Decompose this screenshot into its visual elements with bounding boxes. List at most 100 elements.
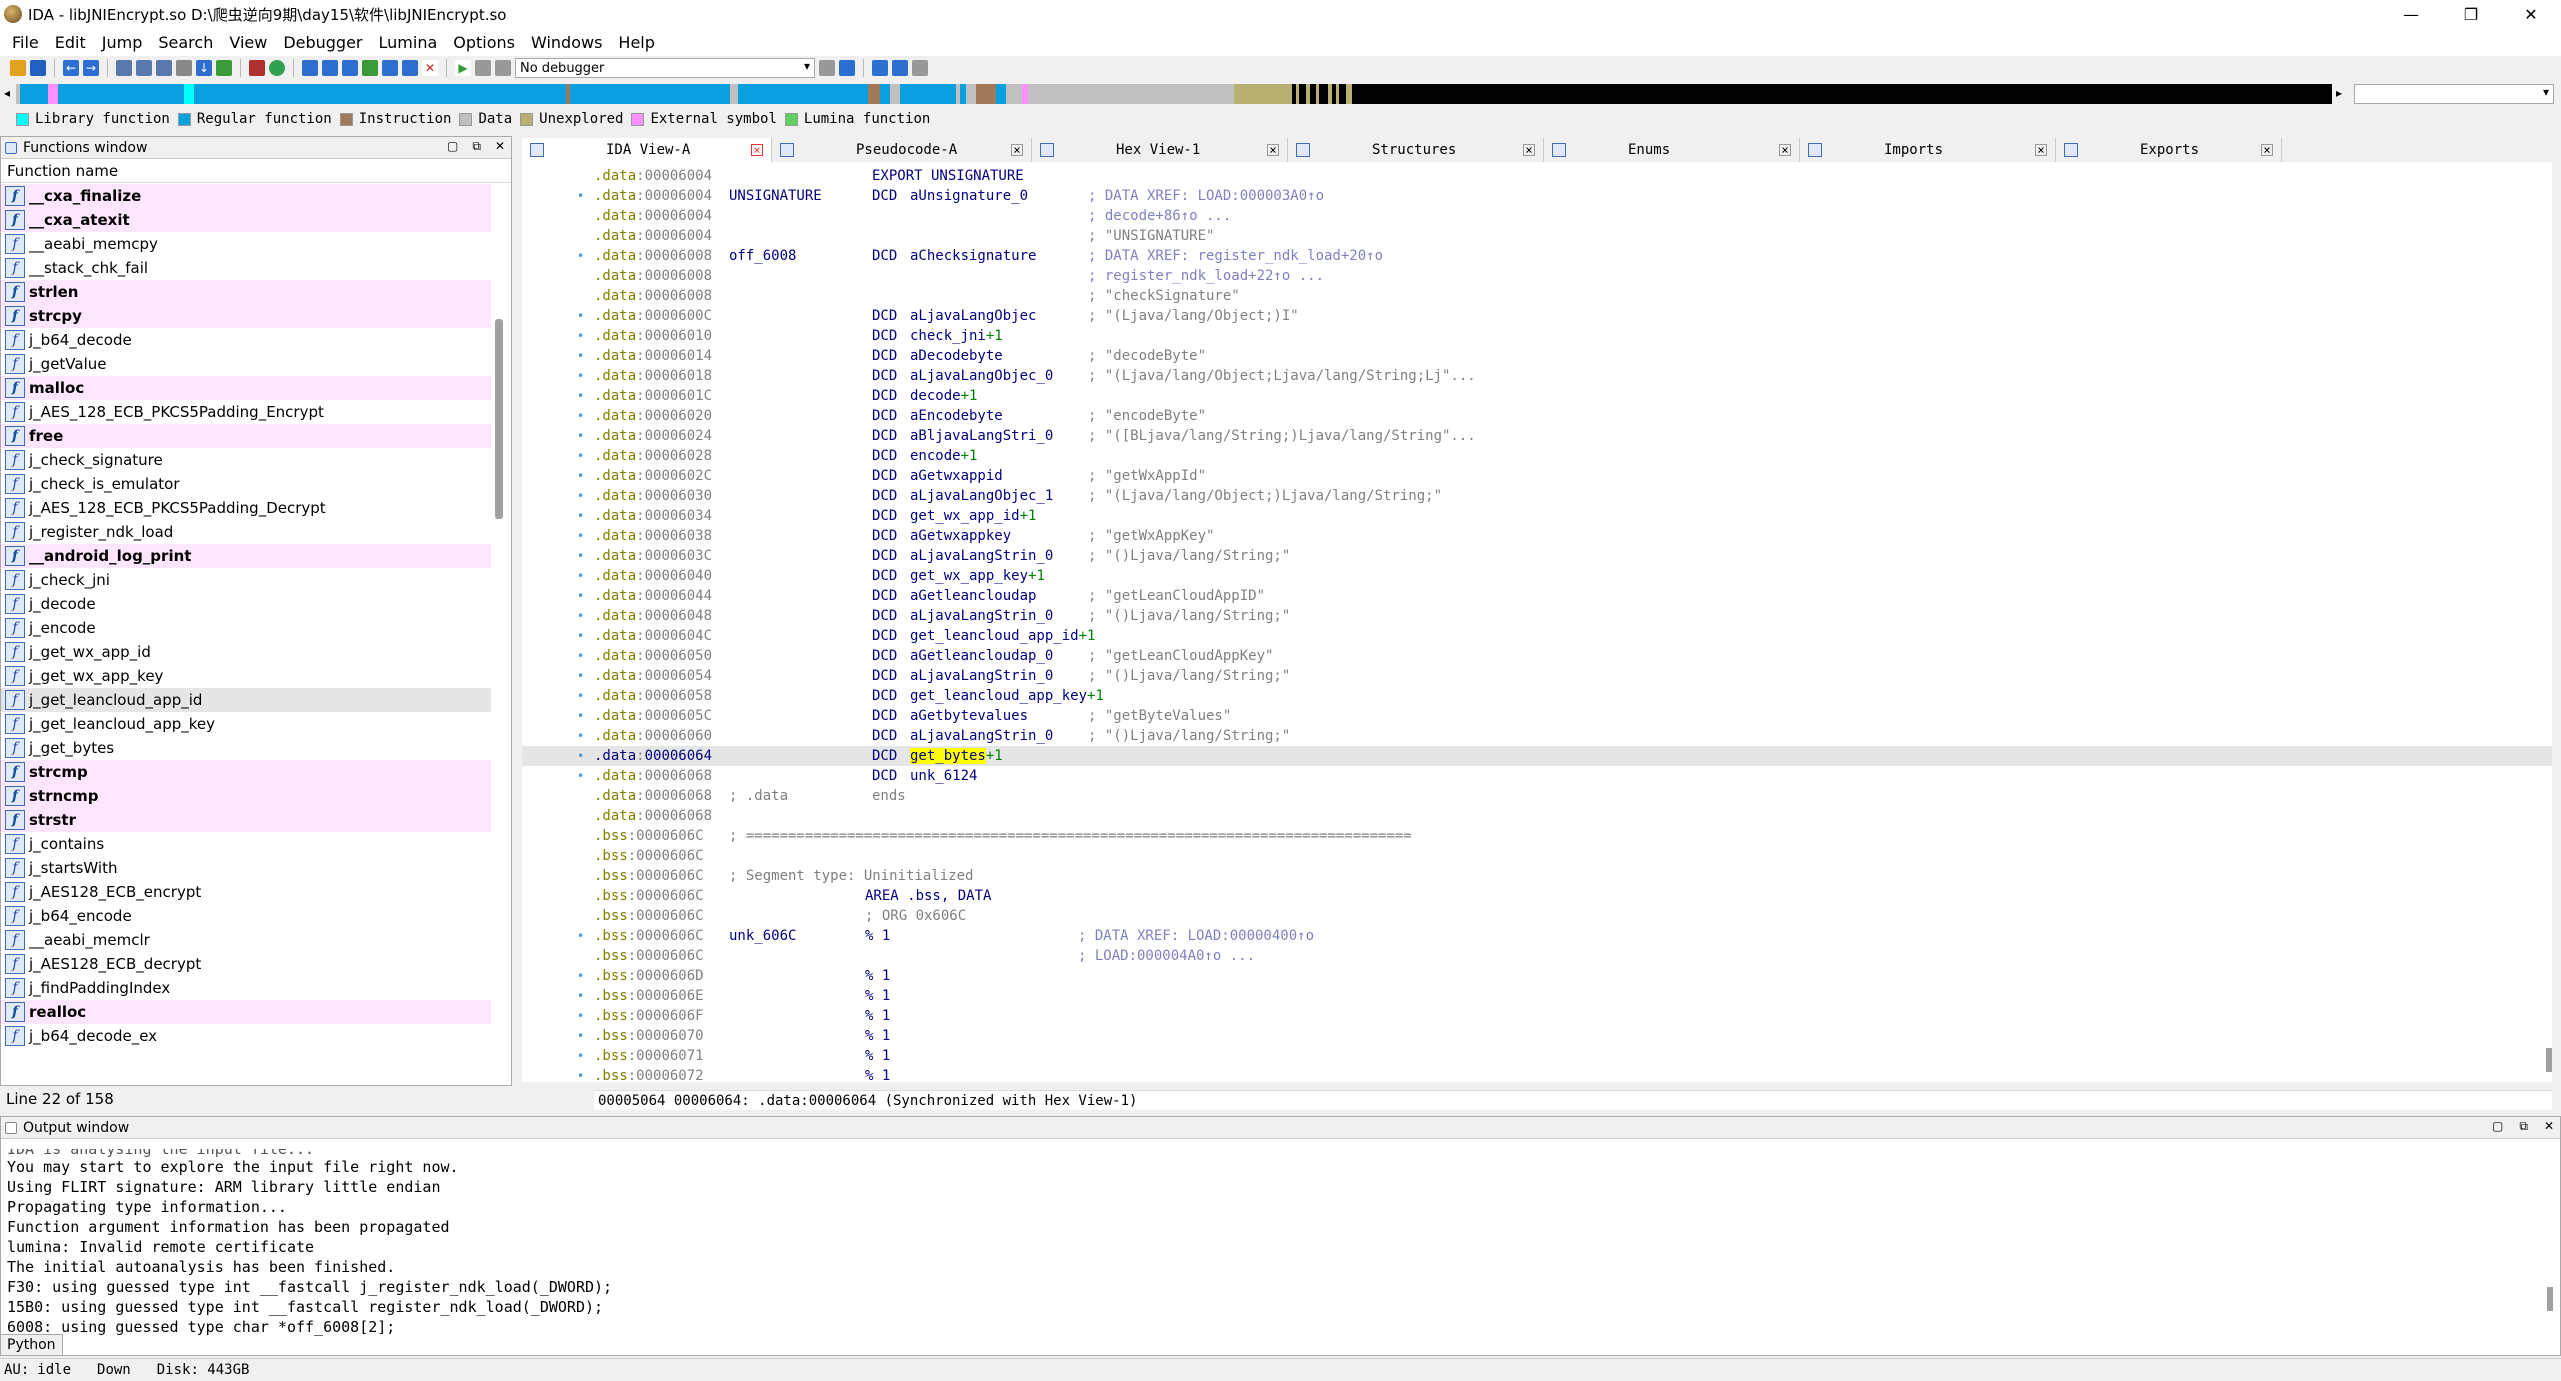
pin-icon[interactable]: ⧉ (472, 139, 481, 154)
disasm-line[interactable]: • .data:00006028 DCD encode+1 (522, 446, 2552, 466)
menu-help[interactable]: Help (610, 33, 662, 52)
disasm-operand[interactable]: % 1 (865, 1046, 890, 1066)
disasm-line[interactable]: • .data:00006038 DCD aGetwxappkey ; "getWxAp… (522, 526, 2552, 546)
disasm-operand[interactable]: aEncodebyte (910, 406, 1003, 426)
disasm-operand[interactable]: unk_6124 (910, 766, 977, 786)
disasm-operand[interactable]: aLjavaLangObjec (910, 306, 1036, 326)
disasm-operand[interactable]: aGetleancloudap (910, 586, 1036, 606)
disasm-line[interactable]: • .bss:00006070 % 1 (522, 1026, 2552, 1046)
nav-right-icon[interactable]: ▸ (2336, 86, 2342, 100)
jump-down-icon[interactable]: ↓ (196, 60, 212, 76)
function-item[interactable]: f j_b64_decode (1, 328, 491, 352)
disasm-operand[interactable]: aLjavaLangStrin_0 (910, 726, 1053, 746)
menu-windows[interactable]: Windows (523, 33, 610, 52)
disasm-line[interactable]: • .data:00006030 DCD aLjavaLangObjec_1 ; "(L… (522, 486, 2552, 506)
graph-icon[interactable] (249, 60, 265, 76)
disasm-line[interactable]: • .data:00006014 DCD aDecodebyte ; "decodeBy… (522, 346, 2552, 366)
function-item[interactable]: f __android_log_print (1, 544, 491, 568)
output-close-icon[interactable]: ✕ (2544, 1119, 2554, 1134)
function-item[interactable]: f j_get_leancloud_app_key (1, 712, 491, 736)
menu-edit[interactable]: Edit (47, 33, 94, 52)
disasm-line[interactable]: .data:00006004 EXPORT UNSIGNATURE (522, 166, 2552, 186)
forward-icon[interactable]: → (83, 60, 99, 76)
disasm-operand[interactable]: aGetbytevalues (910, 706, 1028, 726)
debugger-select[interactable]: No debugger (515, 58, 815, 78)
menu-file[interactable]: File (4, 33, 47, 52)
breakpoint-icon[interactable] (872, 60, 888, 76)
tab-hex-view-1[interactable]: Hex View-1 × (1032, 138, 1288, 162)
disasm-line[interactable]: .bss:0000606C ; Segment type: Uninitializ… (522, 866, 2552, 886)
output-pin-icon[interactable]: ⧉ (2519, 1119, 2528, 1134)
disasm-line[interactable]: • .data:0000603C DCD aLjavaLangStrin_0 ; "()… (522, 546, 2552, 566)
disasm-line[interactable]: .bss:0000606C ; ORG 0x606C (522, 906, 2552, 926)
tab-close-icon[interactable]: × (1011, 144, 1023, 156)
disasm-line[interactable]: • .data:00006020 DCD aEncodebyte ; "encodeBy… (522, 406, 2552, 426)
disasm-line[interactable]: • .data:00006010 DCD check_jni+1 (522, 326, 2552, 346)
disasm-line[interactable]: • .data:00006054 DCD aLjavaLangStrin_0 ; "()… (522, 666, 2552, 686)
disasm-operand[interactable]: % 1 (865, 986, 890, 1006)
disasm-operand[interactable]: get_bytes+1 (910, 746, 1003, 766)
disasm-operand[interactable]: aGetwxappkey (910, 526, 1011, 546)
close-panel-icon[interactable]: ✕ (495, 139, 505, 154)
disasm-operand[interactable]: aGetleancloudap_0 (910, 646, 1053, 666)
disasm-operand[interactable]: get_wx_app_key+1 (910, 566, 1045, 586)
disasm-line[interactable]: • .data:0000604C DCD get_leancloud_app_id+1 (522, 626, 2552, 646)
function-item[interactable]: f strlen (1, 280, 491, 304)
function-item[interactable]: f j_startsWith (1, 856, 491, 880)
tab-close-icon[interactable]: × (2261, 144, 2273, 156)
disasm-line[interactable]: • .data:00006024 DCD aBljavaLangStri_0 ; "([… (522, 426, 2552, 446)
python-button[interactable]: Python (0, 1334, 63, 1356)
function-item[interactable]: f strcmp (1, 760, 491, 784)
tab-close-icon[interactable]: × (1267, 144, 1279, 156)
function-item[interactable]: f realloc (1, 1000, 491, 1024)
disasm-operand[interactable]: aUnsignature_0 (910, 186, 1028, 206)
minimize-icon[interactable]: — (2381, 0, 2441, 28)
function-item[interactable]: f free (1, 424, 491, 448)
function-item[interactable]: f j_get_leancloud_app_id (1, 688, 491, 712)
disasm-operand[interactable]: aLjavaLangObjec_0 (910, 366, 1053, 386)
disasm-operand[interactable]: get_wx_app_id+1 (910, 506, 1036, 526)
function-item[interactable]: f __aeabi_memcpy (1, 232, 491, 256)
tab-close-icon[interactable]: × (1523, 144, 1535, 156)
disasm-line[interactable]: • .bss:0000606D % 1 (522, 966, 2552, 986)
function-item[interactable]: f j_b64_decode_ex (1, 1024, 491, 1048)
nav-left-icon[interactable]: ◂ (4, 86, 10, 100)
disasm-operand[interactable]: % 1 (865, 1066, 890, 1082)
disasm-operand[interactable]: % 1 (865, 966, 890, 986)
disasm-line[interactable]: .data:00006068 ; .data ends (522, 786, 2552, 806)
disasm-line[interactable]: • .bss:0000606F % 1 (522, 1006, 2552, 1026)
output-float-icon[interactable]: ▢ (2492, 1119, 2503, 1134)
string-icon[interactable] (342, 60, 358, 76)
disasm-line[interactable]: .data:00006068 (522, 806, 2552, 826)
disasm-line[interactable]: .bss:0000606C AREA .bss, DATA (522, 886, 2552, 906)
run-icon[interactable] (269, 60, 285, 76)
disasm-operand[interactable]: get_leancloud_app_id+1 (910, 626, 1095, 646)
function-item[interactable]: f strncmp (1, 784, 491, 808)
disasm-operand[interactable]: % 1 (865, 926, 890, 946)
disasm-operand[interactable]: aDecodebyte (910, 346, 1003, 366)
tab-pseudocode-a[interactable]: Pseudocode-A × (772, 138, 1032, 162)
function-item[interactable]: f strcpy (1, 304, 491, 328)
undefine-icon[interactable]: ✕ (422, 60, 438, 76)
disasm-line[interactable]: • .data:00006018 DCD aLjavaLangObjec_0 ; "(L… (522, 366, 2552, 386)
tab-structures[interactable]: Structures × (1288, 138, 1544, 162)
disasm-line[interactable]: • .data:00006044 DCD aGetleancloudap ; "getL… (522, 586, 2552, 606)
segment-select[interactable] (2354, 84, 2554, 104)
settings-icon[interactable] (912, 60, 928, 76)
struct-icon[interactable] (382, 60, 398, 76)
step-icon[interactable] (819, 60, 835, 76)
print-icon[interactable] (176, 60, 192, 76)
disasm-operand[interactable]: aLjavaLangStrin_0 (910, 546, 1053, 566)
menu-debugger[interactable]: Debugger (275, 33, 370, 52)
stop-icon[interactable] (495, 60, 511, 76)
refresh-icon[interactable] (216, 60, 232, 76)
disasm-line[interactable]: • .data:0000602C DCD aGetwxappid ; "getWxApp… (522, 466, 2552, 486)
tab-close-icon[interactable]: × (751, 144, 763, 156)
open-icon[interactable] (10, 60, 26, 76)
disasm-line[interactable]: • .data:0000600C DCD aLjavaLangObjec ; "(Lja… (522, 306, 2552, 326)
menu-options[interactable]: Options (445, 33, 523, 52)
disasm-line[interactable]: .bss:0000606C ; =========================… (522, 826, 2552, 846)
tab-ida-view-a[interactable]: IDA View-A × (522, 138, 772, 162)
disasm-operand[interactable]: get_leancloud_app_key+1 (910, 686, 1104, 706)
function-item[interactable]: f __cxa_finalize (1, 184, 491, 208)
